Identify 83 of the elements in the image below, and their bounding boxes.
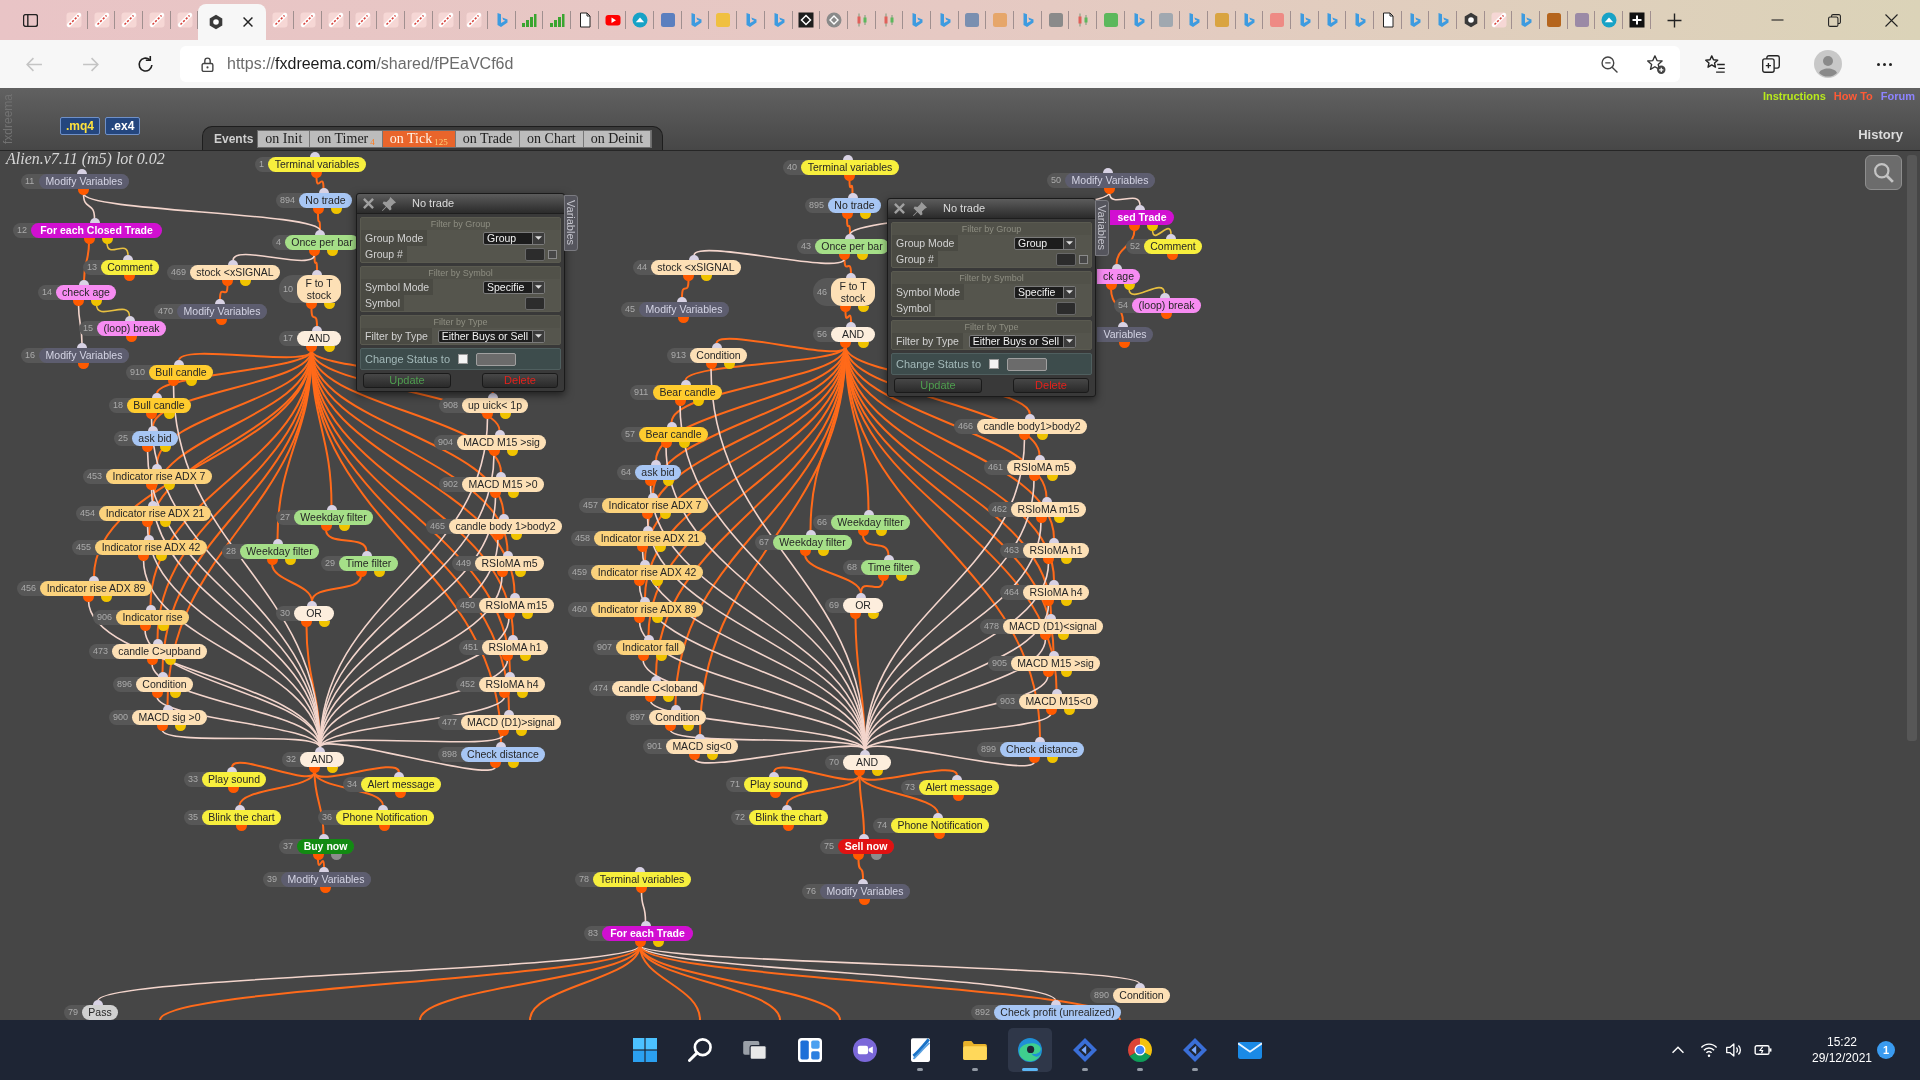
export-button[interactable]: .ex4	[105, 117, 141, 135]
striped-bar-icon	[272, 12, 289, 28]
browser-tab[interactable]	[198, 4, 267, 40]
triangle-circle-icon	[632, 12, 649, 28]
four-squares-icon	[633, 1038, 657, 1062]
bar-chart-icon	[549, 12, 566, 28]
search-icon	[1873, 162, 1894, 183]
zoom-out-icon	[1600, 55, 1618, 73]
striped-bar-icon	[438, 12, 455, 28]
profile-button[interactable]	[1812, 48, 1844, 80]
stacked-windows-icon	[743, 1040, 767, 1060]
block-number: 1	[258, 157, 265, 171]
diamond-square-icon	[798, 12, 815, 28]
hexagon-icon	[208, 14, 225, 30]
chevron-up-icon	[1672, 1046, 1684, 1054]
project-title: Alien.v7.11 (m5) lot 0.02	[6, 151, 165, 167]
block-number: 12	[16, 223, 28, 237]
clock-date[interactable]: 29/12/2021	[1811, 1050, 1873, 1066]
event-tab[interactable]: on Chart	[520, 130, 584, 147]
block-number: 40	[786, 160, 798, 174]
history-tab[interactable]: History	[1858, 124, 1903, 144]
block-number: 79	[67, 1005, 79, 1019]
block-number: 11	[24, 174, 36, 188]
forward-arrow-icon	[81, 55, 99, 73]
more-icon	[1876, 62, 1892, 66]
video-camera-icon	[853, 1038, 877, 1062]
envelope-icon	[1238, 1041, 1262, 1059]
back-arrow-icon	[25, 55, 43, 73]
help-link[interactable]: Instructions	[1762, 89, 1826, 103]
hexagon-icon	[1462, 12, 1479, 28]
block-number: 456	[20, 581, 38, 595]
triangle-circle-icon	[1601, 12, 1618, 28]
restore-icon	[1828, 13, 1841, 27]
diamond-icon	[1073, 1038, 1097, 1062]
star-plus-icon	[1646, 54, 1666, 74]
close-icon	[243, 17, 254, 27]
folder-icon	[963, 1040, 987, 1060]
striped-bar-icon	[1490, 12, 1507, 28]
panel-icon	[22, 13, 38, 27]
search-icon	[688, 1038, 712, 1062]
diamond-circle-icon	[826, 12, 843, 28]
diamond-icon	[1183, 1038, 1207, 1062]
striped-bar-icon	[148, 12, 165, 28]
block-number: 14	[41, 285, 53, 299]
widgets-icon	[798, 1038, 822, 1062]
striped-bar-icon	[65, 12, 82, 28]
address-field[interactable]: https://fxdreema.com/shared/fPEaVCf6d	[180, 46, 1680, 82]
lock-icon	[201, 56, 214, 72]
plus-icon	[1667, 12, 1683, 28]
close-icon	[1885, 13, 1898, 27]
magnifier-button[interactable]	[1865, 155, 1902, 190]
speaker-icon[interactable]	[1726, 1043, 1742, 1057]
play-icon	[604, 12, 621, 28]
striped-bar-icon	[355, 12, 372, 28]
swirl-icon	[1018, 1038, 1042, 1062]
striped-bar-icon	[410, 12, 427, 28]
striped-bar-icon	[383, 12, 400, 28]
color-wheel-icon	[1128, 1038, 1152, 1062]
striped-bar-icon	[327, 12, 344, 28]
plus-square-icon	[1628, 12, 1645, 28]
clock-time[interactable]: 15:22	[1827, 1034, 1857, 1050]
striped-bar-icon	[176, 12, 193, 28]
export-button[interactable]: .mq4	[60, 117, 100, 135]
collections-icon	[1762, 55, 1780, 73]
avatar-icon	[1814, 50, 1842, 78]
minimize-icon	[1771, 19, 1784, 21]
taskbar-button[interactable]	[1008, 1028, 1052, 1072]
event-tab[interactable]: on Trade	[455, 130, 521, 147]
striped-bar-icon	[466, 12, 483, 28]
swoosh-document-icon	[910, 1038, 930, 1062]
bar-chart-icon	[521, 12, 538, 28]
events-label: Events	[214, 130, 254, 148]
battery-icon[interactable]	[1754, 1045, 1772, 1055]
event-tab[interactable]: on Deinit	[583, 130, 652, 147]
striped-bar-icon	[93, 12, 110, 28]
url-text[interactable]: https://fxdreema.com/shared/fPEaVCf6d	[227, 52, 514, 76]
event-tab[interactable]: on Init	[258, 130, 311, 147]
striped-bar-icon	[299, 12, 316, 28]
block-number: 16	[24, 348, 36, 362]
striped-bar-icon	[121, 12, 138, 28]
star-list-icon	[1705, 55, 1725, 73]
reload-icon	[136, 55, 154, 73]
wifi-icon[interactable]	[1700, 1043, 1718, 1057]
